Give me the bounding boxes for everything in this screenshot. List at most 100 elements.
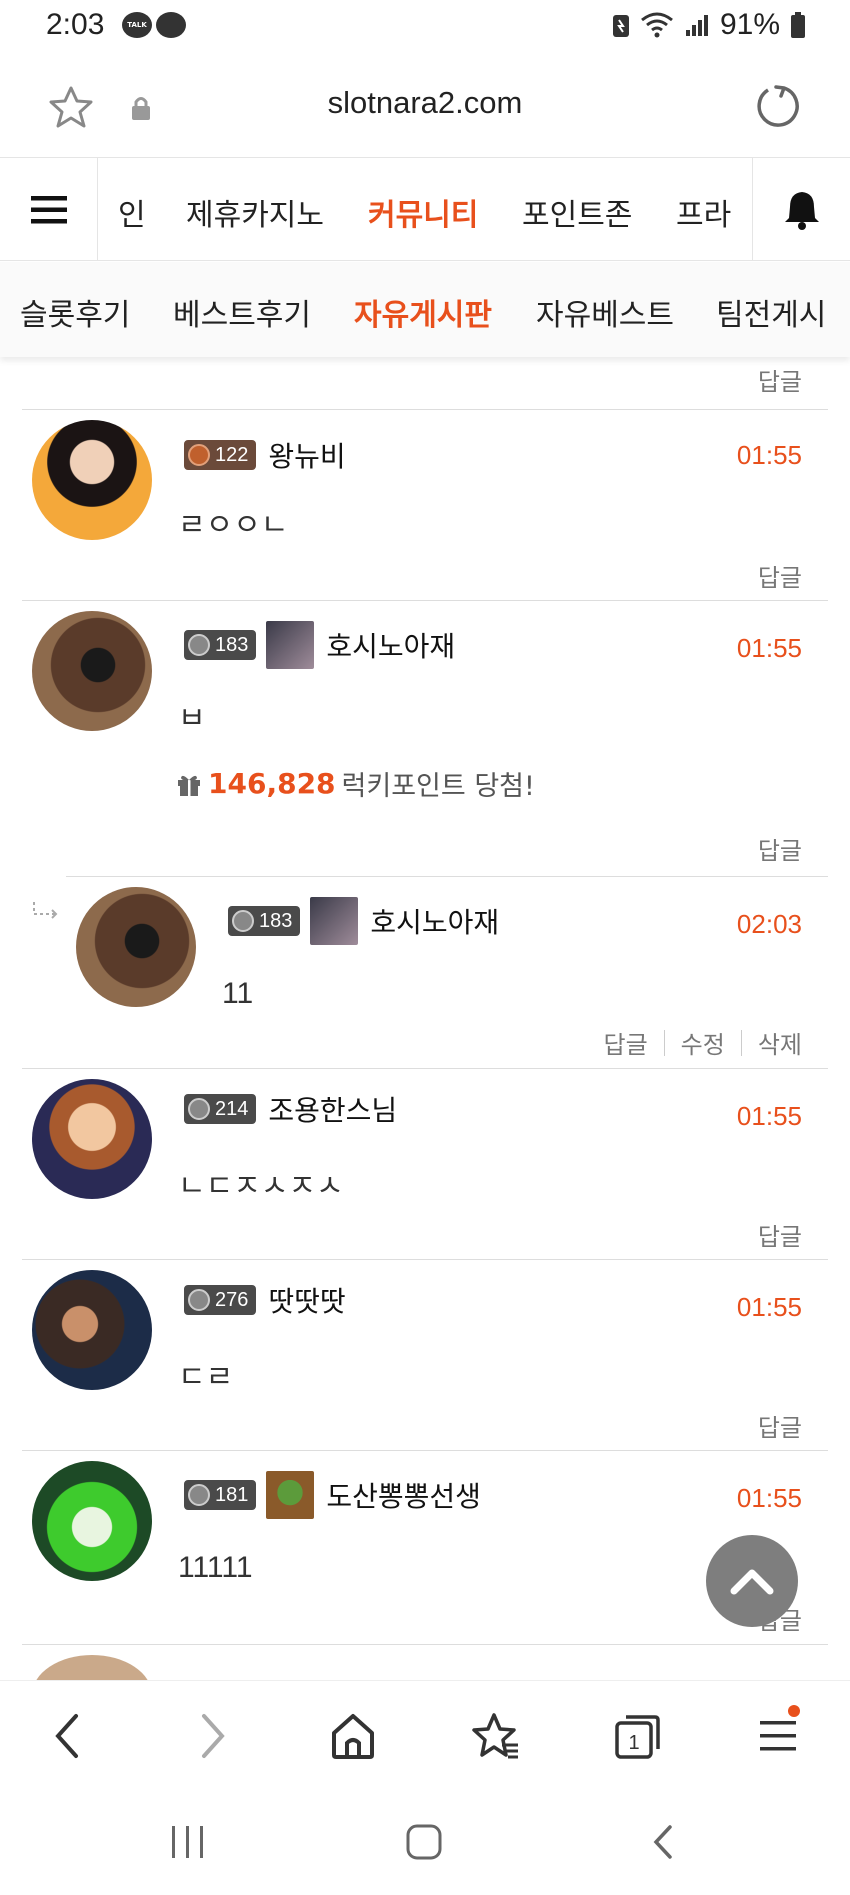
level-badge: 122 (184, 440, 257, 470)
comment-item: 183 호시노아재 01:55 ㅂ 146,828 럭키포인트 당첨! 답글 (22, 600, 828, 876)
comment-actions: 답글 수정 삭제 (603, 1025, 802, 1060)
reload-icon[interactable] (754, 83, 800, 129)
level-badge: 276 (184, 1285, 257, 1315)
nickname[interactable]: 왕뉴비 (268, 435, 345, 475)
sub-item-free-board[interactable]: 자유게시판 (354, 290, 492, 334)
user-avatar[interactable] (32, 1461, 152, 1581)
nickname[interactable]: 도산뽕뽕선생 (326, 1475, 481, 1515)
edit-link[interactable]: 수정 (681, 1025, 725, 1060)
level-badge: 183 (228, 906, 301, 936)
mini-avatar (310, 897, 359, 945)
comment-item: 122 왕뉴비 01:55 ㄹㅇㅇㄴ 답글 (22, 409, 828, 600)
home-button-icon[interactable] (405, 1824, 445, 1860)
comment-item: 181 도산뽕뽕선생 01:55 11111 답글 (22, 1450, 828, 1644)
nickname[interactable]: 조용한스님 (268, 1089, 397, 1129)
browser-toolbar: 1 (0, 1680, 850, 1792)
mini-avatar (266, 621, 315, 669)
main-nav-items: 인 제휴카지노 커뮤니티 포인트존 프라 (98, 158, 752, 261)
comment-meta: 181 도산뽕뽕선생 (184, 1471, 481, 1519)
sub-item-best-review[interactable]: 베스트후기 (173, 290, 311, 334)
reply-link[interactable]: 답글 (758, 362, 802, 397)
comment-text: 11 (222, 977, 254, 1010)
status-bar: 2:03 TALK 91% (0, 0, 850, 55)
reply-link[interactable]: 답글 (603, 1025, 647, 1060)
notification-icons: TALK (122, 12, 186, 38)
reply-link[interactable]: 답글 (758, 1217, 802, 1252)
hamburger-icon (30, 195, 67, 223)
main-nav: 인 제휴카지노 커뮤니티 포인트존 프라 (0, 157, 850, 261)
reply-link[interactable]: 답글 (758, 1408, 802, 1443)
comment-time: 01:55 (736, 440, 802, 470)
comment-meta: 183 호시노아재 (228, 897, 499, 945)
nav-item-partial-right[interactable]: 프라 (676, 190, 731, 234)
lucky-text: 럭키포인트 당첨! (341, 771, 535, 802)
chat-bubble-icon (156, 12, 186, 38)
comment-text: ㄹㅇㅇㄴ (178, 509, 289, 542)
comment-text: ㄷㄹ (178, 1361, 234, 1394)
android-nav-bar (0, 1792, 850, 1895)
bookmarks-icon[interactable] (472, 1711, 520, 1761)
nav-item-partial-left[interactable]: 인 (118, 190, 146, 234)
nav-item-partner-casino[interactable]: 제휴카지노 (186, 190, 324, 234)
nickname[interactable]: 호시노아재 (326, 625, 455, 665)
sub-item-team-board[interactable]: 팀전게시 (716, 290, 826, 334)
url-bar: slotnara2.com (0, 55, 850, 157)
comment-meta: 214 조용한스님 (184, 1089, 397, 1129)
user-avatar[interactable] (76, 887, 196, 1007)
notification-button[interactable] (752, 158, 850, 261)
mini-avatar (266, 1471, 315, 1519)
comment-time: 01:55 (736, 1292, 802, 1322)
reply-arrow-icon (33, 902, 58, 919)
kakaotalk-icon: TALK (122, 12, 152, 38)
forward-icon[interactable] (198, 1711, 228, 1761)
url-text[interactable]: slotnara2.com (0, 85, 850, 121)
status-time: 2:03 (46, 8, 105, 41)
battery-icon (791, 12, 805, 38)
back-button-icon[interactable] (648, 1824, 678, 1860)
comment-item-partial (22, 1644, 828, 1680)
lucky-amount: 146,828 (208, 767, 336, 800)
comment-time: 01:55 (736, 633, 802, 663)
wifi-icon (641, 12, 673, 38)
divider (740, 1029, 742, 1056)
reply-link[interactable]: 답글 (758, 558, 802, 593)
scroll-to-top-button[interactable] (706, 1535, 798, 1627)
nickname[interactable]: 땃땃땃 (268, 1280, 345, 1320)
battery-percent: 91% (719, 8, 780, 41)
tabs-icon[interactable]: 1 (614, 1711, 662, 1761)
user-avatar[interactable] (32, 1079, 152, 1199)
comment-text: ㅂ (178, 702, 206, 735)
user-avatar[interactable] (32, 611, 152, 731)
divider (663, 1029, 665, 1056)
lucky-point-notice: 146,828 럭키포인트 당첨! (176, 764, 535, 803)
comment-time: 01:55 (736, 1101, 802, 1131)
svg-text:1: 1 (628, 1732, 639, 1754)
reply-link[interactable]: 답글 (758, 831, 802, 866)
comment-item: 276 땃땃땃 01:55 ㄷㄹ 답글 (22, 1259, 828, 1450)
sub-nav: 슬롯후기 베스트후기 자유게시판 자유베스트 팀전게시 (0, 262, 850, 357)
home-icon[interactable] (330, 1711, 376, 1761)
gift-icon (178, 775, 200, 796)
status-right: 91% (612, 8, 806, 42)
comment-list: 답글 122 왕뉴비 01:55 ㄹㅇㅇㄴ 답글 183 호시노아재 01:55… (0, 357, 850, 1680)
bell-icon (784, 191, 819, 230)
signal-icon (685, 15, 708, 36)
comment-text: 11111 (178, 1551, 253, 1584)
nav-item-community[interactable]: 커뮤니티 (368, 190, 478, 234)
nav-item-point-zone[interactable]: 포인트존 (522, 190, 632, 234)
menu-icon[interactable] (758, 1711, 798, 1761)
recent-apps-icon[interactable] (168, 1824, 208, 1860)
hamburger-menu-button[interactable] (0, 158, 98, 261)
user-avatar[interactable] (32, 1655, 152, 1680)
back-icon[interactable] (52, 1711, 82, 1761)
user-avatar[interactable] (32, 1270, 152, 1390)
battery-saver-icon (612, 15, 629, 37)
level-badge: 183 (184, 630, 257, 660)
comment-meta: 183 호시노아재 (184, 621, 455, 669)
nickname[interactable]: 호시노아재 (370, 901, 499, 941)
sub-item-free-best[interactable]: 자유베스트 (536, 290, 674, 334)
reply-comment-item: 183 호시노아재 02:03 11 답글 수정 삭제 (66, 876, 828, 1068)
user-avatar[interactable] (32, 420, 152, 540)
delete-link[interactable]: 삭제 (758, 1025, 802, 1060)
sub-item-slot-review[interactable]: 슬롯후기 (20, 290, 130, 334)
